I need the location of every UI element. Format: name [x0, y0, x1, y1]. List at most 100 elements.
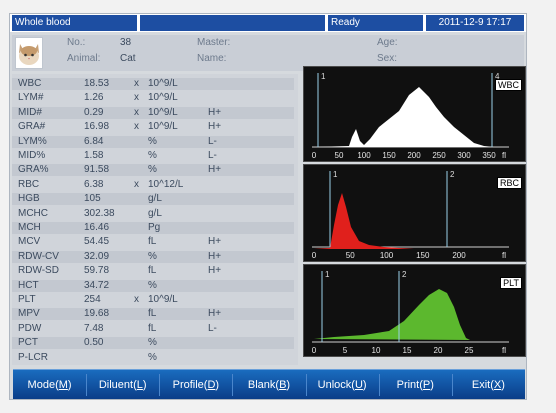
- age-label: Age:: [377, 37, 398, 48]
- tick-label: 100: [357, 151, 371, 160]
- param-name: WBC: [18, 78, 42, 89]
- result-row: GRA# 16.98 x 10^9/L H+: [12, 121, 294, 133]
- param-unit: 10^9/L: [148, 121, 178, 133]
- tick-label: 250: [432, 151, 446, 160]
- toolbar-separator: [451, 374, 453, 396]
- param-name: MID#: [18, 106, 42, 118]
- param-flag: H+: [208, 106, 222, 118]
- datetime: 2011-12-9 17:17: [426, 15, 524, 31]
- param-name: MCHC: [18, 207, 48, 219]
- tick-label: 15: [403, 346, 412, 355]
- param-value: 59.78: [84, 265, 110, 277]
- toolbar-separator: [86, 374, 88, 396]
- result-row: MID# 0.29 x 10^9/L H+: [12, 106, 294, 119]
- param-multiplier: x: [134, 106, 139, 118]
- param-name: MPV: [18, 308, 40, 320]
- param-name: RDW-CV: [18, 250, 59, 262]
- sex-label: Sex:: [377, 53, 398, 64]
- status-bar: Whole blood Ready 2011-12-9 17:17: [10, 14, 526, 32]
- param-value: 302.38: [84, 207, 115, 219]
- param-multiplier: x: [134, 92, 139, 104]
- param-value: 1.58: [84, 150, 104, 161]
- param-value: 32.09: [84, 250, 110, 262]
- result-row: MCHC 302.38 g/L: [12, 208, 294, 220]
- result-row: LYM# 1.26 x 10^9/L: [12, 92, 294, 104]
- tick-label: 200: [407, 151, 421, 160]
- tick-label: 0: [312, 251, 317, 260]
- result-row: MCV 54.45 fL H+: [12, 236, 294, 248]
- param-unit: fL: [148, 322, 157, 334]
- diluent-button[interactable]: Diluent(L): [86, 370, 159, 400]
- wbc-histogram: 1 4 0 50 100 150 200 250 300 350 fl WBC: [303, 66, 526, 162]
- animal-label: Animal:: [67, 53, 101, 64]
- profile-button[interactable]: Profile(D): [159, 370, 232, 400]
- bottom-toolbar: Mode(M) Diluent(L) Profile(D) Blank(B) Unloc…: [13, 369, 525, 399]
- param-value: 7.48: [84, 322, 104, 334]
- patient-no-value: 38: [120, 37, 132, 48]
- toolbar-separator: [232, 374, 234, 396]
- param-flag: L-: [208, 135, 217, 147]
- animal-value: Cat: [120, 53, 136, 64]
- param-value: 91.58: [84, 164, 110, 176]
- toolbar-separator: [378, 374, 380, 396]
- param-value: 34.72: [84, 279, 110, 291]
- measure-mode: Whole blood: [12, 15, 137, 31]
- param-name: RBC: [18, 178, 40, 190]
- marker-label: 2: [402, 270, 407, 279]
- param-value: 6.84: [84, 135, 104, 147]
- param-unit: 10^12/L: [148, 178, 184, 190]
- param-multiplier: x: [134, 78, 139, 89]
- result-row: LYM% 6.84% L-: [12, 135, 294, 148]
- status-blank: [140, 15, 325, 31]
- param-unit: %: [148, 150, 157, 161]
- result-row: PLT 254 x 10^9/L: [12, 294, 294, 306]
- param-value: 16.98: [84, 121, 110, 133]
- tick-label: 50: [335, 151, 344, 160]
- param-value: 54.45: [84, 236, 110, 248]
- param-value: 0.50: [84, 337, 104, 349]
- exit-button[interactable]: Exit(X): [452, 370, 525, 400]
- result-row: PCT 0.50%: [12, 337, 294, 350]
- tick-label: 50: [346, 251, 355, 260]
- toolbar-separator: [305, 374, 307, 396]
- name-label: Name:: [197, 53, 227, 64]
- result-row: MCH 16.46 Pg: [12, 222, 294, 234]
- button-label: Blank: [247, 379, 276, 391]
- param-flag: H+: [208, 236, 222, 248]
- param-value: 6.38: [84, 178, 104, 190]
- param-name: GRA%: [18, 164, 49, 176]
- param-unit: fL: [148, 308, 157, 320]
- param-unit: 10^9/L: [148, 92, 178, 104]
- param-multiplier: x: [134, 178, 139, 190]
- result-row: RDW-SD 59.78 fL H+: [12, 265, 294, 277]
- param-value: 16.46: [84, 222, 110, 233]
- result-row: MPV 19.68 fL H+: [12, 308, 294, 321]
- param-value: 105: [84, 193, 101, 205]
- unlock-button[interactable]: Unlock(U): [306, 370, 379, 400]
- param-flag: H+: [208, 250, 222, 262]
- tick-label: fl: [502, 151, 506, 160]
- param-name: PDW: [18, 322, 42, 334]
- param-value: 18.53: [84, 78, 110, 89]
- mode-button[interactable]: Mode(M): [13, 370, 86, 400]
- param-value: 0.29: [84, 106, 104, 118]
- param-name: HGB: [18, 193, 40, 205]
- blank-button[interactable]: Blank(B): [232, 370, 305, 400]
- button-label: Unlock: [317, 379, 352, 391]
- param-unit: g/L: [148, 207, 162, 219]
- print-button[interactable]: Print(P): [379, 370, 452, 400]
- param-name: PCT: [18, 337, 38, 349]
- histogram-curve: [314, 289, 470, 340]
- result-row: GRA% 91.58% H+: [12, 164, 294, 177]
- param-value: 1.26: [84, 92, 104, 104]
- param-unit: g/L: [148, 193, 162, 205]
- analyzer-screen: Whole blood Ready 2011-12-9 17:17 No.: 3…: [9, 13, 527, 400]
- param-flag: H+: [208, 164, 222, 176]
- tick-label: 300: [457, 151, 471, 160]
- param-unit: %: [148, 351, 157, 363]
- param-unit: %: [148, 250, 157, 262]
- cat-icon: [19, 44, 39, 65]
- param-unit: fL: [148, 236, 157, 248]
- param-name: RDW-SD: [18, 265, 59, 277]
- param-flag: H+: [208, 121, 222, 133]
